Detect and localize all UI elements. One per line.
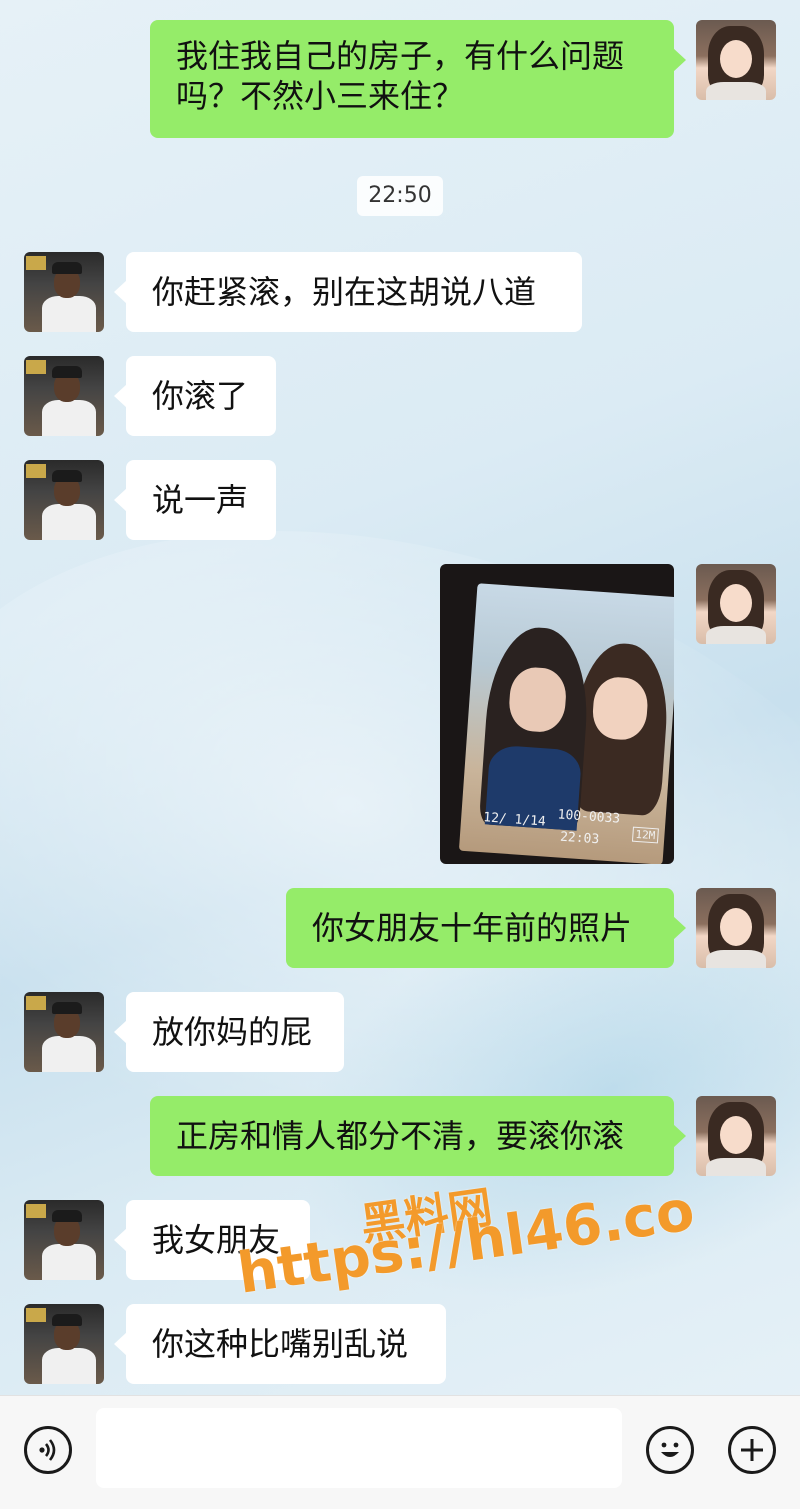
message-bubble-incoming[interactable]: 我女朋友 (114, 1200, 310, 1280)
contact-avatar[interactable] (24, 460, 104, 540)
message-text: 我住我自己的房子，有什么问题吗？不然小三来住？ (176, 37, 625, 115)
message-text: 你这种比嘴别乱说 (152, 1325, 409, 1363)
message-bubble-outgoing[interactable]: 我住我自己的房子，有什么问题吗？不然小三来住？ (150, 20, 686, 138)
contact-avatar[interactable] (24, 252, 104, 332)
message-text: 放你妈的屁 (152, 1013, 313, 1051)
voice-icon[interactable] (24, 1426, 72, 1474)
my-avatar[interactable] (696, 20, 776, 100)
input-bar (0, 1395, 800, 1509)
message-bubble-outgoing[interactable]: 正房和情人都分不清，要滚你滚 (150, 1096, 686, 1176)
message-row: 放你妈的屁 (0, 992, 800, 1072)
message-row: 你女朋友十年前的照片 (0, 888, 800, 968)
message-text: 正房和情人都分不清，要滚你滚 (176, 1117, 625, 1155)
contact-avatar[interactable] (24, 992, 104, 1072)
plus-icon[interactable] (728, 1426, 776, 1474)
message-row: 你滚了 (0, 356, 800, 436)
photo-size-badge: 12M (631, 826, 659, 844)
message-row: 正房和情人都分不清，要滚你滚 (0, 1096, 800, 1176)
message-text: 说一声 (152, 481, 249, 519)
emoji-icon[interactable] (646, 1426, 694, 1474)
timestamp: 22:50 (357, 176, 443, 216)
message-row: 你赶紧滚，别在这胡说八道 (0, 252, 800, 332)
message-bubble-incoming[interactable]: 你赶紧滚，别在这胡说八道 (114, 252, 582, 332)
message-bubble-incoming[interactable]: 你这种比嘴别乱说 (114, 1304, 446, 1384)
camera-screen: 100-0033 12M 12/ 1/14 22:03 (458, 583, 674, 864)
message-row: 100-0033 12M 12/ 1/14 22:03 (0, 564, 800, 864)
message-row: 说一声 (0, 460, 800, 540)
message-text: 我女朋友 (152, 1221, 281, 1259)
chat-area[interactable]: 我住我自己的房子，有什么问题吗？不然小三来住？ 22:50 你赶紧滚，别在这胡说… (0, 0, 800, 1395)
message-bubble-incoming[interactable]: 你滚了 (114, 356, 276, 436)
message-text: 你赶紧滚，别在这胡说八道 (152, 273, 537, 311)
contact-avatar[interactable] (24, 1304, 104, 1384)
contact-avatar[interactable] (24, 1200, 104, 1280)
my-avatar[interactable] (696, 888, 776, 968)
message-row: 你这种比嘴别乱说 (0, 1304, 800, 1384)
photo-time: 22:03 (559, 829, 600, 848)
message-bubble-outgoing[interactable]: 你女朋友十年前的照片 (286, 888, 686, 968)
message-image[interactable]: 100-0033 12M 12/ 1/14 22:03 (440, 564, 674, 864)
message-bubble-incoming[interactable]: 放你妈的屁 (114, 992, 344, 1072)
photo-date: 12/ 1/14 (482, 810, 547, 830)
message-row: 我女朋友 (0, 1200, 800, 1280)
message-input[interactable] (96, 1408, 622, 1488)
my-avatar[interactable] (696, 564, 776, 644)
message-text: 你女朋友十年前的照片 (312, 909, 633, 947)
message-text: 你滚了 (152, 377, 249, 415)
contact-avatar[interactable] (24, 356, 104, 436)
message-row: 我住我自己的房子，有什么问题吗？不然小三来住？ (0, 20, 800, 138)
my-avatar[interactable] (696, 1096, 776, 1176)
message-bubble-incoming[interactable]: 说一声 (114, 460, 276, 540)
